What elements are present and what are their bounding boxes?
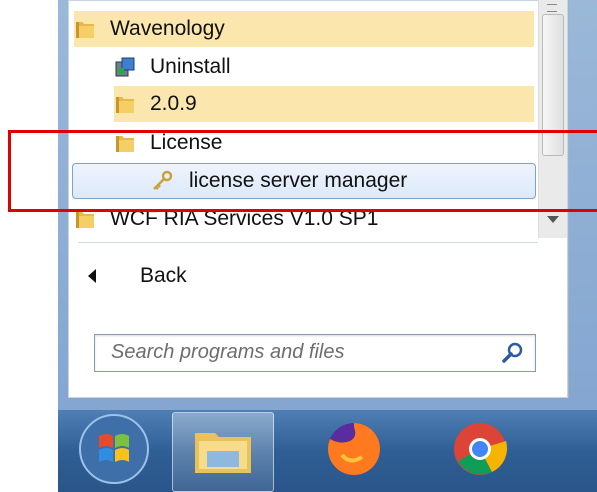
scroll-down-arrow-icon[interactable] — [547, 216, 559, 223]
folder-item-wavenology[interactable]: Wavenology — [74, 11, 534, 47]
back-arrow-icon — [88, 269, 96, 283]
menu-divider — [78, 242, 538, 243]
folder-item-wcf-ria-services[interactable]: WCF RIA Services V1.0 SP1 — [74, 201, 534, 237]
taskbar-chrome[interactable] — [430, 412, 530, 490]
search-icon[interactable] — [501, 341, 525, 365]
key-icon — [151, 170, 173, 192]
item-label: License — [150, 131, 223, 154]
taskbar — [58, 410, 597, 492]
folder-item-license[interactable]: License — [114, 125, 534, 161]
folder-icon — [114, 93, 136, 115]
program-item-license-server-manager[interactable]: license server manager — [72, 163, 536, 199]
item-label: license server manager — [189, 169, 408, 192]
back-button[interactable]: Back — [88, 258, 388, 294]
item-label: Uninstall — [150, 55, 231, 78]
start-menu: Wavenology Uninstall 2.0.9 License licen — [68, 0, 569, 398]
taskbar-firefox[interactable] — [304, 412, 404, 490]
scroll-thumb[interactable] — [542, 14, 564, 156]
item-label: 2.0.9 — [150, 92, 197, 115]
firefox-icon — [324, 419, 384, 484]
programs-scrollbar[interactable] — [538, 0, 567, 238]
search-input[interactable] — [95, 335, 491, 369]
file-explorer-icon — [191, 423, 255, 482]
program-item-uninstall[interactable]: Uninstall — [114, 49, 534, 85]
item-label: WCF RIA Services V1.0 SP1 — [110, 207, 379, 230]
back-label: Back — [140, 264, 187, 287]
search-box — [94, 334, 536, 372]
taskbar-file-explorer[interactable] — [172, 412, 274, 492]
scroll-grip-icon — [547, 4, 557, 12]
item-label: Wavenology — [110, 17, 225, 40]
start-button[interactable] — [64, 412, 164, 490]
chrome-icon — [450, 419, 510, 484]
all-programs-list: Wavenology Uninstall 2.0.9 License licen — [68, 0, 538, 238]
windows-start-orb-icon — [77, 412, 151, 491]
folder-icon — [74, 208, 96, 230]
folder-icon — [74, 18, 96, 40]
uninstall-icon — [114, 56, 136, 78]
folder-item-2-0-9[interactable]: 2.0.9 — [114, 86, 534, 122]
folder-icon — [114, 132, 136, 154]
